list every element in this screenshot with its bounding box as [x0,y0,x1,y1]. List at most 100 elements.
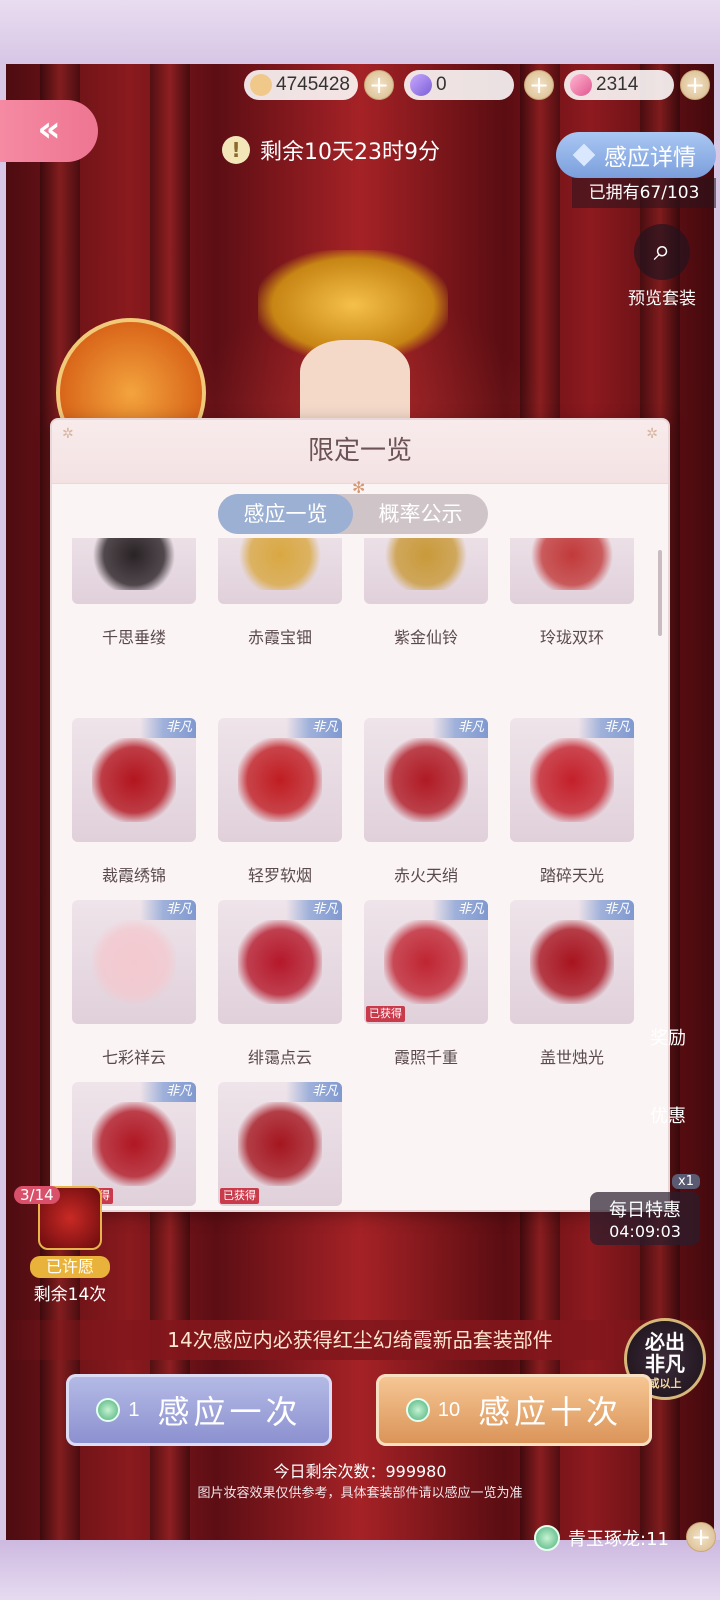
daily-multiplier: x1 [672,1174,700,1189]
tab-probability[interactable]: 概率公示 [353,494,488,534]
timer-text: 剩余10天23时9分 [260,140,440,165]
draw-once-button[interactable]: 1 感应一次 [66,1374,332,1446]
preview-label: 预览套装 [628,289,696,309]
item-name: 霞照千重 [393,1048,458,1067]
event-timer: ! 剩余10天23时9分 [222,130,440,170]
outfit-item[interactable]: 非凡 踏碎天光 [510,718,634,886]
outfit-item[interactable]: 紫金仙铃 [364,538,488,648]
preview-outfit-button[interactable]: ⌕ 预览套装 [622,224,702,309]
outfit-item[interactable]: 非凡盖世烛光 [510,900,634,1068]
jade-balance: 青玉琢龙:11 [534,1522,669,1554]
outfit-item[interactable]: 非凡 已获得霞照千重 [364,900,488,1068]
item-name: 紫金仙铃 [393,628,458,647]
jade-icon [96,1398,121,1422]
item-name: 裁霞绣锦 [101,866,166,885]
item-thumbnail: 非凡 [510,718,634,842]
item-thumbnail: 非凡 [218,900,342,1024]
rarity-ribbon: 非凡 [140,718,196,738]
coin-currency: 4745428 [244,70,358,100]
item-image [92,538,176,590]
add-coin-button[interactable]: + [364,70,394,100]
magnifier-icon: ⌕ [634,224,690,280]
item-image [384,738,468,822]
item-thumbnail: 非凡 [72,718,196,842]
modal-title: 限定一览 [52,420,668,484]
rarity-ribbon: 非凡 [286,1082,342,1102]
item-thumbnail [72,538,196,604]
exclamation-icon: ! [222,136,250,164]
scrollbar[interactable] [658,550,662,636]
item-name: 盖世烛光 [539,1048,604,1067]
tab-draw-overview[interactable]: 感应一览 [218,494,353,534]
draw-ten-label: 感应十次 [478,1393,623,1431]
rarity-ribbon: 非凡 [578,718,634,738]
item-thumbnail: 非凡 [72,900,196,1024]
reward-label[interactable]: 奖励 [650,1024,686,1050]
add-jade-button[interactable]: + [686,1522,716,1552]
gem-amount: 2314 [596,74,639,95]
badge-line-1: 必出 [645,1330,685,1354]
outfit-item[interactable]: 非凡 七彩祥云 [72,900,196,1068]
add-gem-button[interactable]: + [680,70,710,100]
owned-tag: 已获得 [366,1006,405,1022]
draw-ten-cost: 10 [437,1398,461,1421]
draw-once-cost: 1 [128,1398,140,1421]
item-image [238,920,322,1004]
diamond-currency: 0 [404,70,514,100]
item-image [92,738,176,822]
outfit-item[interactable]: 非凡裁霞绣锦 [72,718,196,886]
wish-status: 已许愿 [30,1256,110,1278]
rarity-ribbon: 非凡 [578,900,634,920]
discount-label[interactable]: 优惠 [650,1102,686,1128]
outfit-item[interactable]: 赤霞宝钿 [218,538,342,648]
rarity-ribbon: 非凡 [432,718,488,738]
item-thumbnail: 非凡 [510,900,634,1024]
item-image [238,538,322,590]
jade-icon [405,1398,430,1422]
top-frame [0,0,720,64]
item-thumbnail [218,538,342,604]
wish-panel[interactable]: 3/14 已许愿 剩余14次 [14,1186,120,1305]
back-button[interactable]: « [0,100,98,162]
left-frame [0,64,6,1540]
item-name: 玲珑双环 [539,628,604,647]
item-thumbnail: 非凡 [218,718,342,842]
outfit-item[interactable]: 非凡已获得 [218,1082,342,1206]
cat-coin-icon [250,74,272,96]
outfit-item[interactable]: 非凡赤火天绡 [364,718,488,886]
draw-ten-button[interactable]: 10 感应十次 [376,1374,652,1446]
item-image [238,738,322,822]
item-image [530,738,614,822]
coin-amount: 4745428 [276,74,350,95]
daily-deal-button[interactable]: x1 每日特惠 04:09:03 [590,1174,700,1245]
item-image [384,920,468,1004]
purple-diamond-icon [410,74,432,96]
badge-line-2: 非凡 [645,1352,685,1376]
item-thumbnail: 非凡已获得 [364,900,488,1024]
item-image [92,1102,176,1186]
owned-progress: 已拥有67/103 [572,178,716,208]
diamond-amount: 0 [436,74,447,95]
add-diamond-button[interactable]: + [524,70,554,100]
rarity-ribbon: 非凡 [286,900,342,920]
outfit-item[interactable]: 千思垂缕 [72,538,196,648]
daily-remaining: 今日剩余次数：999980 [273,1462,447,1481]
outfit-item[interactable]: 玲珑双环 [510,538,634,648]
jade-balance-text: 青玉琢龙:11 [568,1529,669,1550]
item-name: 赤火天绡 [393,866,458,885]
outfit-item[interactable]: 非凡绯霭点云 [218,900,342,1068]
jade-icon [534,1525,560,1551]
item-image [530,538,614,590]
item-thumbnail [510,538,634,604]
wish-remaining: 剩余14次 [33,1285,107,1305]
disclaimer: 图片妆容效果仅供参考，具体套装部件请以感应一览为准 [197,1486,523,1501]
rarity-ribbon: 非凡 [286,718,342,738]
diamond-icon [572,143,596,167]
rarity-ribbon: 非凡 [140,1082,196,1102]
wish-count: 3/14 [14,1186,60,1204]
item-name: 绯霭点云 [247,1048,312,1067]
corner-flower-icon: ✲ [62,426,74,442]
detail-button[interactable]: 感应详情 [556,132,716,178]
owned-tag: 已获得 [220,1188,259,1204]
outfit-item[interactable]: 非凡 轻罗软烟 [218,718,342,886]
